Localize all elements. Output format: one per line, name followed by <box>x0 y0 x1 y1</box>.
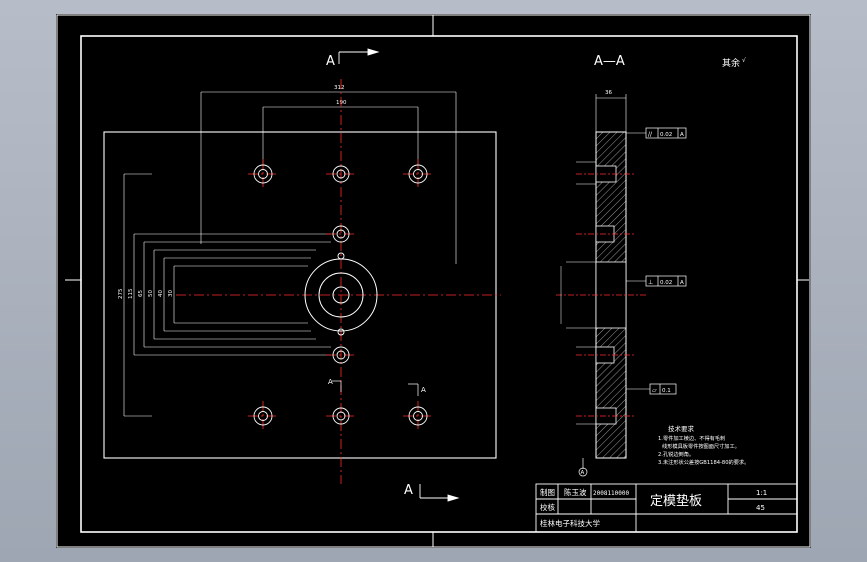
fcf-parallel: // 0.02 A <box>626 127 687 139</box>
fcf-perp-ref: A <box>680 280 684 286</box>
section-arrow-small-right <box>408 383 419 396</box>
fcf-parallel-value: 0.02 <box>660 132 672 138</box>
perpendicular-icon: ⊥ <box>648 279 653 286</box>
dim-left-height: 275 <box>118 288 124 299</box>
thickness-dimension <box>595 94 627 132</box>
left-dimension-lines <box>123 173 331 417</box>
section-label-small-left: A <box>328 378 333 386</box>
dim-left-4: 40 <box>158 290 164 297</box>
fcf-perpendicular: ⊥ 0.02 A <box>626 275 687 287</box>
section-label-bottom: A <box>404 483 413 498</box>
drawing-sheet[interactable]: 275 115 65 50 40 30 312 190 <box>56 14 811 548</box>
fcf-perp-value: 0.02 <box>660 280 672 286</box>
tb-title: 定模垫板 <box>650 493 702 509</box>
title-block: 制图 校核 陈玉波 2008110000 桂林电子科技大学 定模垫板 1:1 4… <box>535 483 798 533</box>
fcf-parallel-ref: A <box>680 132 684 138</box>
roughness-note: 其余 <box>722 57 740 69</box>
section-label-small-right: A <box>421 386 426 394</box>
cad-viewport[interactable]: 275 115 65 50 40 30 312 190 <box>0 0 867 562</box>
outer-border <box>56 14 811 548</box>
tb-drawing-number: 2008110000 <box>593 490 630 497</box>
dim-top-width: 312 <box>334 85 345 91</box>
fcf-flatness: ▱ 0.1 <box>626 383 677 395</box>
tb-role-draw: 制图 <box>540 487 555 497</box>
tb-material: 45 <box>756 504 765 512</box>
fcf-parallel-symbol: // <box>648 131 653 138</box>
tech-note-3: 2.孔锐边倒角。 <box>658 450 694 458</box>
dim-top-inner: 190 <box>336 100 347 106</box>
tech-notes: 技术要求 1.零件加工棱边、不得有毛刺 线形模具板零件按图面尺寸加工。 2.孔锐… <box>658 424 749 466</box>
drawing-canvas: 275 115 65 50 40 30 312 190 <box>56 14 811 548</box>
section-view: A—A 其余 √ 36 // 0.02 A ⊥ 0.02 A ▱ 0.1 A <box>556 54 746 477</box>
tech-note-2: 线形模具板零件按图面尺寸加工。 <box>662 442 740 450</box>
tb-school: 桂林电子科技大学 <box>540 518 600 528</box>
section-arrow-small-left <box>332 380 342 392</box>
dim-side-thickness: 36 <box>605 90 612 96</box>
tech-note-1: 1.零件加工棱边、不得有毛刺 <box>658 434 725 442</box>
flatness-icon: ▱ <box>652 387 657 394</box>
section-title: A—A <box>594 54 625 69</box>
tb-role-check: 校核 <box>540 502 555 512</box>
datum-label: A <box>581 470 585 476</box>
tb-scale: 1:1 <box>756 489 767 497</box>
tb-drafter-name: 陈玉波 <box>564 487 587 497</box>
tech-note-4: 3.未注形状公差按GB1184-80的要求。 <box>658 458 749 466</box>
dim-left-2: 65 <box>138 290 144 297</box>
fcf-flat-value: 0.1 <box>662 388 671 394</box>
roughness-symbol-icon: √ <box>742 57 746 64</box>
dim-left-5: 30 <box>168 290 174 297</box>
plan-view: 275 115 65 50 40 30 312 190 <box>103 48 501 502</box>
datum-marker: A <box>578 458 588 477</box>
section-arrow-bottom <box>419 484 460 502</box>
section-label-top: A <box>326 54 335 69</box>
dim-left-1: 115 <box>128 288 134 299</box>
left-dimension-texts: 275 115 65 50 40 30 <box>118 288 174 299</box>
section-left-dims <box>560 161 596 425</box>
tech-notes-heading: 技术要求 <box>668 424 695 433</box>
dim-left-3: 50 <box>148 290 154 297</box>
section-arrow-top <box>338 48 380 64</box>
